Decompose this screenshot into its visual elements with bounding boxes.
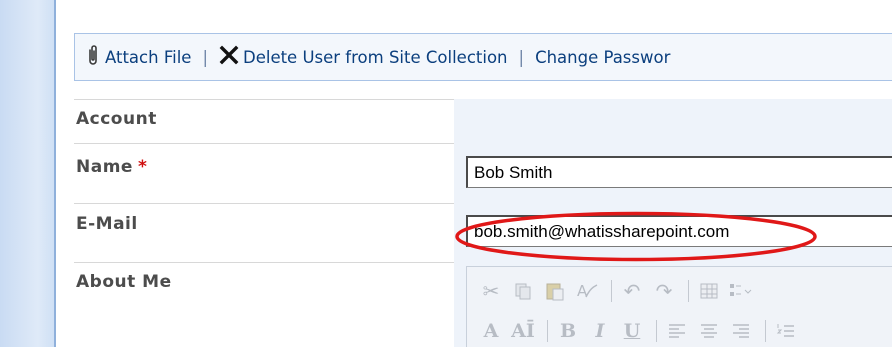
paste-plain-icon[interactable]: A (573, 277, 601, 305)
delete-x-icon (219, 45, 239, 69)
required-marker: * (137, 157, 148, 177)
editor-separator (765, 320, 766, 342)
attach-file-label: Attach File (105, 47, 192, 67)
align-right-icon[interactable] (727, 317, 755, 345)
row-divider (74, 203, 454, 204)
redo-icon[interactable]: ↷ (650, 277, 678, 305)
align-center-icon[interactable] (695, 317, 723, 345)
email-input[interactable] (466, 215, 892, 247)
about-me-label: About Me (76, 272, 172, 292)
section-title-account: Account (76, 109, 157, 129)
email-label: E-Mail (76, 214, 138, 234)
svg-text:A: A (577, 282, 588, 300)
cut-icon[interactable]: ✂ (477, 277, 505, 305)
change-password-label: Change Passwor (535, 47, 671, 67)
editor-separator (547, 320, 548, 342)
delete-user-label: Delete User from Site Collection (243, 47, 508, 67)
undo-icon[interactable]: ↶ (618, 277, 646, 305)
paperclip-icon (87, 44, 99, 70)
editor-separator (656, 320, 657, 342)
toolbar-separator: | (202, 47, 208, 67)
name-label: Name * (76, 157, 147, 177)
align-left-icon[interactable] (663, 317, 691, 345)
left-navigation-rail (0, 0, 56, 347)
edit-user-page: Attach File | Delete User from Site Coll… (0, 0, 892, 347)
list-style-icon[interactable] (727, 277, 755, 305)
bold-icon[interactable]: B (554, 317, 582, 345)
row-divider (74, 99, 454, 100)
editor-toolbar-row-1: ✂ A ↶ ↷ (477, 277, 759, 305)
name-input[interactable] (466, 156, 892, 188)
row-divider (74, 262, 454, 263)
editor-toolbar-row-2: A AĪ B I U (477, 317, 804, 345)
underline-icon[interactable]: U (618, 317, 646, 345)
row-divider (74, 143, 454, 144)
editor-separator (688, 280, 689, 302)
attach-file-button[interactable]: Attach File (87, 44, 191, 70)
change-password-button[interactable]: Change Passwor (535, 48, 670, 67)
rich-text-editor[interactable]: ✂ A ↶ ↷ A AĪ B I U (466, 266, 892, 347)
font-color-icon[interactable]: A (477, 317, 505, 345)
font-size-icon[interactable]: AĪ (509, 317, 537, 345)
copy-icon[interactable] (509, 277, 537, 305)
delete-user-button[interactable]: Delete User from Site Collection (219, 45, 508, 69)
table-icon[interactable] (695, 277, 723, 305)
name-label-text: Name (76, 157, 133, 177)
toolbar-separator: | (518, 47, 525, 67)
italic-icon[interactable]: I (586, 317, 614, 345)
paste-icon[interactable] (541, 277, 569, 305)
editor-separator (611, 280, 612, 302)
numbered-list-icon[interactable] (772, 317, 800, 345)
action-toolbar: Attach File | Delete User from Site Coll… (74, 33, 892, 81)
